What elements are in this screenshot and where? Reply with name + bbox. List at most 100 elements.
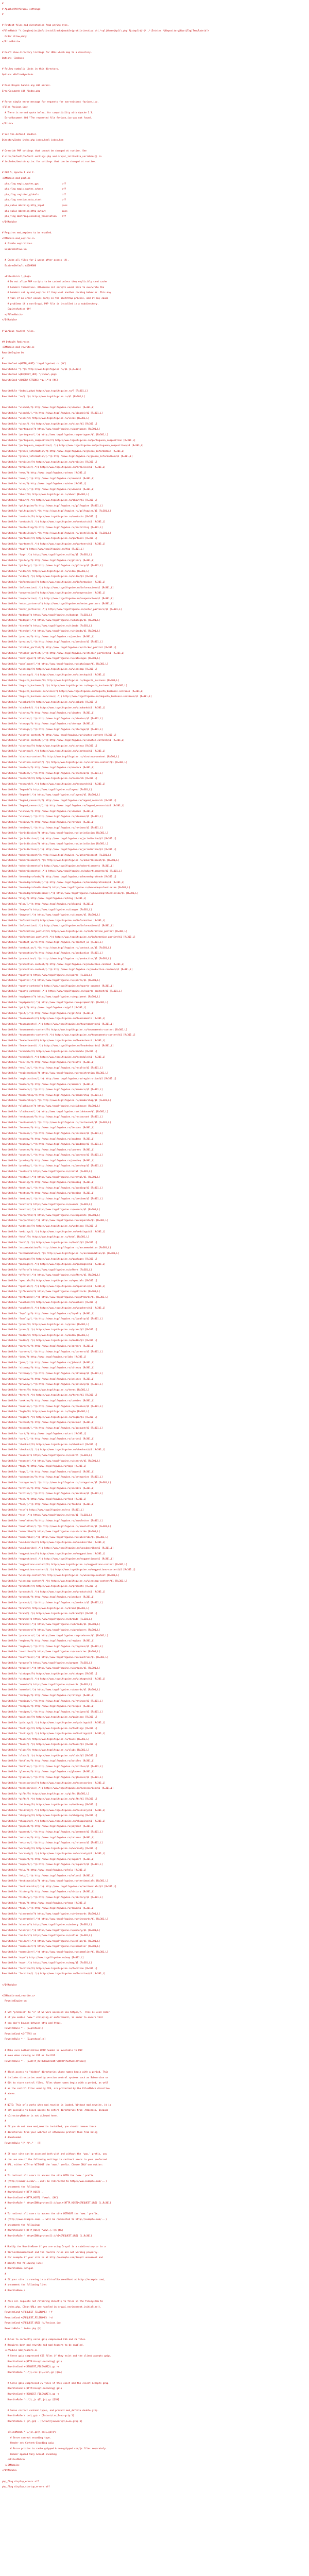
comment-line: # PHP 5, Apache 1 and 2. bbox=[2, 172, 35, 175]
directive-line: RewriteRule ^vouchers/(.*)$ http://www.t… bbox=[2, 1307, 106, 1310]
directive-line: RewriteRule ^warranty/?$ http://www.tsgo… bbox=[2, 1847, 98, 1850]
directive-line: RewriteRule ^giftcards/(.*)$ http://www.… bbox=[2, 1296, 109, 1299]
directive-line: RewriteRule ^tastings/(.*)$ http://www.t… bbox=[2, 1733, 106, 1736]
directive-line: </IfModule> bbox=[2, 221, 18, 224]
comment-line: # Rules to correctly serve gzip compress… bbox=[2, 2338, 87, 2342]
comment-line: # bbox=[2, 3, 4, 5]
directive-line: RewriteRule ^(.*)$ http://www.tsgolfsgwi… bbox=[2, 368, 81, 371]
directive-line: RewriteRule ^categories/(.*)$ http://www… bbox=[2, 1481, 111, 1484]
directive-line: RewriteRule ^vinodel/(.*)$ http://www.ts… bbox=[2, 412, 103, 415]
directive-line: RewriteRule ^recipes/(.*)$ http://www.ts… bbox=[2, 1710, 103, 1714]
comment-line: # not possible to block access to entire… bbox=[2, 2109, 109, 2112]
directive-line: <IfModule mod_expires.c> bbox=[2, 237, 35, 240]
directive-line: RewriteRule ^brand/?$ http://www.tsgolfs… bbox=[2, 1607, 90, 1610]
directive-line: RewriteRule ^offers/?$ http://www.tsgolf… bbox=[2, 1268, 92, 1272]
directive-line: RewriteRule ^cooperacion/(.*)$ http://ww… bbox=[2, 597, 114, 600]
comment-line: # uncomment the following: bbox=[2, 2185, 41, 2189]
directive-line: RewriteRule ^jurisdiccion/(.*)$ http://w… bbox=[2, 837, 117, 840]
directive-line: RewriteRule ^contact_us/(.*)$ http://www… bbox=[2, 946, 111, 950]
directive-line: RewriteRule ^reviews/(.*)$ http://www.ts… bbox=[2, 826, 103, 829]
comment-line: # RewriteBase / bbox=[2, 2289, 25, 2292]
directive-line: RewriteCond %{REQUEST_FILENAME} !-f bbox=[2, 2311, 53, 2314]
directive-line: RewriteRule ^restaurant/?$ http://www.ts… bbox=[2, 1116, 103, 1119]
directive-line: RewriteRule \.js\.gz$ - [T=text/javascri… bbox=[2, 2420, 82, 2424]
directive-line: RewriteRule ^production-content/(.*)$ ht… bbox=[2, 969, 133, 972]
comment-line: # bbox=[2, 13, 4, 16]
directive-line: <IfModule mod_rewrite.c> bbox=[2, 346, 35, 349]
directive-line: RewriteRule ^delivery/?$ http://www.tsgo… bbox=[2, 1803, 98, 1806]
directive-line: RewriteRule ^courses/(.*)$ http://www.ts… bbox=[2, 1154, 103, 1157]
directive-line: RewriteRule ^reviews/?$ http://www.tsgol… bbox=[2, 821, 95, 824]
directive-line: RewriteRule ^clubs/?$ http://www.tsgolfs… bbox=[2, 1749, 90, 1752]
directive-line: RewriteCond %{REQUEST_FILENAME} !-d bbox=[2, 2316, 53, 2319]
directive-line: RewriteRule ^bottles/?$ http://www.tsgol… bbox=[2, 1760, 95, 1763]
comment-line: # if you enable "www." stripping or enfo… bbox=[2, 2016, 103, 2020]
directive-line: </FilesMatch> bbox=[2, 313, 23, 316]
comment-line: # If your site can be accessed both with… bbox=[2, 2153, 107, 2156]
comment-line: # RewriteCond %{HTTP_HOST} ^www\.(.+)$ [… bbox=[2, 2229, 63, 2232]
directive-line: RewriteRule ^ratings/(.*)$ http://www.ts… bbox=[2, 1700, 103, 1703]
directive-line: RewriteRule ^events/?$ http://www.tsgolf… bbox=[2, 1203, 92, 1206]
directive-line: RewriteRule "(^|/)\." - [F] bbox=[2, 2142, 42, 2145]
directive-line: RewriteRule ^advertisements/(.*)$ http:/… bbox=[2, 870, 122, 873]
directive-line: RewriteCond %{REQUEST_FILENAME}\.gz -s bbox=[2, 2393, 60, 2396]
directive-line: RewriteRule ^tours/?$ http://www.tsgolfs… bbox=[2, 1738, 90, 1741]
comment-line: # headers themselves. Otherwise all scri… bbox=[2, 286, 105, 289]
comment-line: # RewriteRule ^ http%{ENV:protossl}://%1… bbox=[2, 2234, 92, 2238]
directive-line: RewriteRule ^jurisdiccion/?$ http://www.… bbox=[2, 832, 109, 835]
directive-line: RewriteRule ^enoteca/?$ http://www.tsgol… bbox=[2, 767, 95, 770]
directive-line: RewriteRule ^tours/(.*)$ http://www.tsgo… bbox=[2, 1743, 98, 1747]
directive-line: RewriteRule ^equipment/(.*)$ http://www.… bbox=[2, 1001, 109, 1004]
directive-line: ExpiresActive Off bbox=[2, 308, 31, 311]
directive-line: RewriteRule ^returns/(.*)$ http://www.ts… bbox=[2, 1842, 103, 1845]
directive-line: RewriteRule ^sticker_portlet/?$ http://w… bbox=[2, 647, 117, 650]
directive-line: RewriteCond %{REQUEST_URI} ^/index\.php$ bbox=[2, 374, 57, 377]
directive-line: RewriteRule ^account/?$ http://www.tsgol… bbox=[2, 1421, 95, 1425]
directive-line: RewriteRule ^vineyards/(.*)$ http://www.… bbox=[2, 1918, 109, 1921]
directive-line: RewriteRule ^press/?$ http://www.tsgolfs… bbox=[2, 1323, 90, 1326]
directive-line: RewriteRule ^grapes/(.*)$ http://www.tsg… bbox=[2, 1667, 100, 1670]
directive-line: RewriteRule ^information_portlet/?$ http… bbox=[2, 930, 128, 933]
directive-line: RewriteRule ^unsubscribe/(.*)$ http://ww… bbox=[2, 1547, 114, 1550]
directive-line: RewriteRule ^help/?$ http://www.tsgolfsg… bbox=[2, 1869, 87, 1872]
directive-line: RewriteRule ^product/(.*)$ http://www.ts… bbox=[2, 1601, 103, 1604]
directive-line: RewriteRule ^bottles/(.*)$ http://www.ts… bbox=[2, 1765, 103, 1768]
comment-line: # (http://www.example.com/... will be re… bbox=[2, 2218, 107, 2222]
directive-line: RewriteRule ^feed/(.*)$ http://www.tsgol… bbox=[2, 1503, 95, 1506]
directive-line: ExpiresDefault A1209600 bbox=[2, 264, 37, 267]
comment-line: # bbox=[2, 2169, 6, 2172]
directive-line: RewriteRule ^pairings/(.*)$ http://www.t… bbox=[2, 1722, 106, 1725]
directive-line: </IfModule> bbox=[2, 2469, 18, 2472]
directive-line: RewriteRule ^portugues/(.*)$ http://www.… bbox=[2, 433, 109, 436]
directive-line: RewriteRule ^vinos/?$ http://www.tsgolfs… bbox=[2, 417, 90, 420]
directive-line: RewriteRule ^accessories/?$ http://www.t… bbox=[2, 1782, 106, 1785]
comment-line: # Serve gzip compressed JS files if they… bbox=[2, 2382, 110, 2385]
directive-line: RewriteEngine On bbox=[2, 352, 24, 354]
directive-line: Options +FollowSymLinks bbox=[2, 73, 33, 76]
directive-line: RewriteRule ^bodega/(.*)$ http://www.tsg… bbox=[2, 619, 100, 622]
directive-line: RewriteRule ^sports-content/(.*)$ http:/… bbox=[2, 990, 122, 993]
directive-line: RewriteRule ^bevandeprofonde/?$ http://w… bbox=[2, 876, 117, 878]
directive-line: RewriteRule ^bevandeprofondissime/(.*)$ … bbox=[2, 892, 139, 895]
directive-line: </IfModule> bbox=[2, 2464, 20, 2467]
directive-line: RewriteRule ^golf/(.*)$ http://www.tsgol… bbox=[2, 1012, 95, 1015]
comment-line: # bbox=[2, 2273, 6, 2276]
directive-line: RewriteRule ^support/?$ http://www.tsgol… bbox=[2, 1858, 95, 1861]
directive-line: RewriteRule ^lessons/(.*)$ http://www.ts… bbox=[2, 1132, 103, 1135]
comment-line: # modify the following line: bbox=[2, 2262, 43, 2265]
directive-line: RewriteRule ^video/?$ http://www.tsgolfs… bbox=[2, 570, 90, 573]
directive-line: RewriteRule ^account/(.*)$ http://www.ts… bbox=[2, 1427, 103, 1430]
directive-line: RewriteRule ^gallery/?$ http://www.tsgol… bbox=[2, 559, 95, 562]
directive-line: RewriteRule ^members/?$ http://www.tsgol… bbox=[2, 1083, 95, 1086]
directive-line: RewriteCond %{HTTP:Accept-encoding} gzip bbox=[2, 2387, 62, 2391]
directive-line: RewriteRule ^loyalty/?$ http://www.tsgol… bbox=[2, 1312, 95, 1315]
directive-line: RewriteRule ^faq/(.*)$ http://www.tsgolf… bbox=[2, 553, 92, 556]
directive-line: php_flag display_errors off bbox=[2, 2480, 39, 2483]
